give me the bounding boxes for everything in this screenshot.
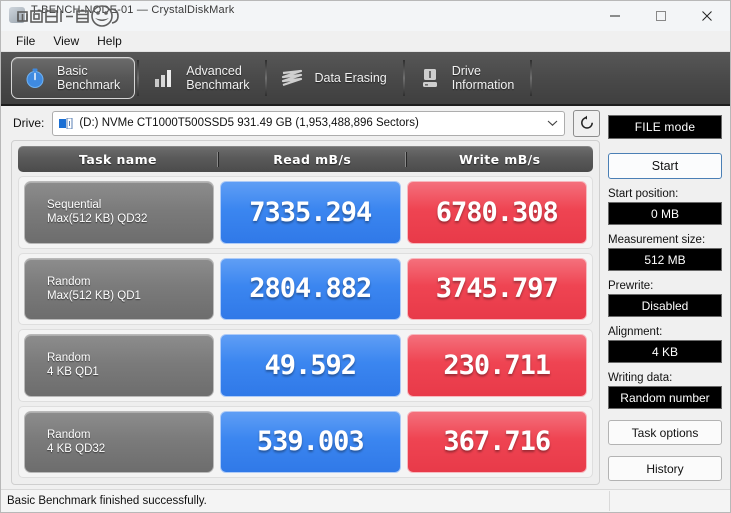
write-result-cell[interactable]: 367.716 <box>407 411 588 474</box>
start-position-value[interactable]: 0 MB <box>608 202 722 225</box>
write-value: 3745.797 <box>436 273 558 304</box>
window-title: T-BENCH-NODE-01 — CrystalDiskMark <box>31 4 234 16</box>
column-header-task-name: Task name <box>18 152 218 167</box>
tab-data-erasing[interactable]: Data Erasing <box>269 58 400 98</box>
tab-separator <box>403 60 405 96</box>
tab-basic-benchmark-label: Basic Benchmark <box>57 64 120 92</box>
read-value: 539.003 <box>257 426 364 457</box>
drive-label: Drive: <box>13 116 44 130</box>
tab-strip: Basic Benchmark Advanced Benchmark Data … <box>1 52 730 106</box>
alignment-label: Alignment: <box>608 326 722 338</box>
drive-selection-row: Drive: (D:) NVMe CT1000T500SSD5 931.49 G… <box>1 106 606 140</box>
results-panel: Task name Read mB/s Write mB/s Sequentia… <box>11 140 600 485</box>
menu-file[interactable]: File <box>7 32 44 50</box>
tab-separator <box>137 60 139 96</box>
writing-data-value[interactable]: Random number <box>608 386 722 409</box>
prewrite-label: Prewrite: <box>608 280 722 292</box>
drive-icon <box>59 118 73 129</box>
benchmark-panel: Drive: (D:) NVMe CT1000T500SSD5 931.49 G… <box>1 106 606 489</box>
tab-data-erasing-label: Data Erasing <box>314 71 386 85</box>
task-name-line1: Random <box>47 428 213 442</box>
write-value: 367.716 <box>443 426 550 457</box>
stopwatch-icon <box>22 65 48 91</box>
read-value: 7335.294 <box>249 197 371 228</box>
write-value: 230.711 <box>443 350 550 381</box>
app-icon <box>9 7 25 23</box>
table-row[interactable]: Random 4 KB QD32 539.003 367.716 <box>18 406 593 479</box>
menu-view[interactable]: View <box>44 32 88 50</box>
title-bar: T-BENCH-NODE-01 — CrystalDiskMark <box>1 1 730 31</box>
task-name-line1: Random <box>47 275 213 289</box>
tab-advanced-benchmark-label: Advanced Benchmark <box>186 64 249 92</box>
column-header-read: Read mB/s <box>218 152 406 167</box>
results-table-header: Task name Read mB/s Write mB/s <box>18 146 593 172</box>
read-result-cell[interactable]: 2804.882 <box>220 258 401 321</box>
task-name-cell: Random Max(512 KB) QD1 <box>24 258 214 321</box>
status-bar: Basic Benchmark finished successfully. <box>1 489 730 512</box>
task-name-cell: Random 4 KB QD32 <box>24 411 214 474</box>
measurement-size-label: Measurement size: <box>608 234 722 246</box>
prewrite-value[interactable]: Disabled <box>608 294 722 317</box>
read-result-cell[interactable]: 539.003 <box>220 411 401 474</box>
task-name-line2: Max(512 KB) QD32 <box>47 212 213 226</box>
start-button[interactable]: Start <box>608 153 722 179</box>
task-name-cell: Random 4 KB QD1 <box>24 334 214 397</box>
write-value: 6780.308 <box>436 197 558 228</box>
write-result-cell[interactable]: 3745.797 <box>407 258 588 321</box>
read-value: 49.592 <box>264 350 356 381</box>
task-name-line1: Random <box>47 351 213 365</box>
drive-icon <box>417 65 443 91</box>
read-value: 2804.882 <box>249 273 371 304</box>
bar-chart-icon <box>151 65 177 91</box>
task-name-line2: 4 KB QD1 <box>47 365 213 379</box>
refresh-drives-button[interactable] <box>573 110 600 137</box>
tab-separator <box>265 60 267 96</box>
menu-bar: File View Help <box>1 31 730 52</box>
status-resize-grip <box>609 491 730 511</box>
chevron-down-icon[interactable] <box>544 119 560 127</box>
read-result-cell[interactable]: 7335.294 <box>220 181 401 244</box>
write-result-cell[interactable]: 230.711 <box>407 334 588 397</box>
read-result-cell[interactable]: 49.592 <box>220 334 401 397</box>
shred-icon <box>279 65 305 91</box>
close-icon[interactable] <box>684 1 730 31</box>
settings-sidebar: FILE mode Start Start position: 0 MB Mea… <box>606 106 730 489</box>
drive-select[interactable]: (D:) NVMe CT1000T500SSD5 931.49 GB (1,95… <box>52 111 565 136</box>
tab-separator <box>530 60 532 96</box>
tab-advanced-benchmark[interactable]: Advanced Benchmark <box>141 58 263 98</box>
task-name-line2: 4 KB QD32 <box>47 442 213 456</box>
maximize-icon[interactable] <box>638 1 684 31</box>
tab-drive-information[interactable]: Drive Information <box>407 58 529 98</box>
drive-select-value: (D:) NVMe CT1000T500SSD5 931.49 GB (1,95… <box>79 117 544 129</box>
crystaldiskmark-window: T-BENCH-NODE-01 — CrystalDiskMark <box>0 0 731 513</box>
writing-data-label: Writing data: <box>608 372 722 384</box>
start-position-label: Start position: <box>608 188 722 200</box>
menu-help[interactable]: Help <box>88 32 131 50</box>
task-name-line2: Max(512 KB) QD1 <box>47 289 213 303</box>
window-controls <box>592 1 730 31</box>
column-header-write: Write mB/s <box>406 152 594 167</box>
table-row[interactable]: Sequential Max(512 KB) QD32 7335.294 678… <box>18 176 593 249</box>
task-options-button[interactable]: Task options <box>608 420 722 445</box>
measurement-size-value[interactable]: 512 MB <box>608 248 722 271</box>
alignment-value[interactable]: 4 KB <box>608 340 722 363</box>
file-mode-button[interactable]: FILE mode <box>608 115 722 139</box>
status-message: Basic Benchmark finished successfully. <box>1 495 609 507</box>
tab-drive-information-label: Drive Information <box>452 64 515 92</box>
refresh-icon <box>579 115 595 131</box>
history-button[interactable]: History <box>608 456 722 481</box>
minimize-icon[interactable] <box>592 1 638 31</box>
task-name-line1: Sequential <box>47 198 213 212</box>
table-row[interactable]: Random 4 KB QD1 49.592 230.711 <box>18 329 593 402</box>
write-result-cell[interactable]: 6780.308 <box>407 181 588 244</box>
tab-basic-benchmark[interactable]: Basic Benchmark <box>11 57 135 99</box>
table-row[interactable]: Random Max(512 KB) QD1 2804.882 3745.797 <box>18 253 593 326</box>
main-content: Drive: (D:) NVMe CT1000T500SSD5 931.49 G… <box>1 106 730 489</box>
task-name-cell: Sequential Max(512 KB) QD32 <box>24 181 214 244</box>
